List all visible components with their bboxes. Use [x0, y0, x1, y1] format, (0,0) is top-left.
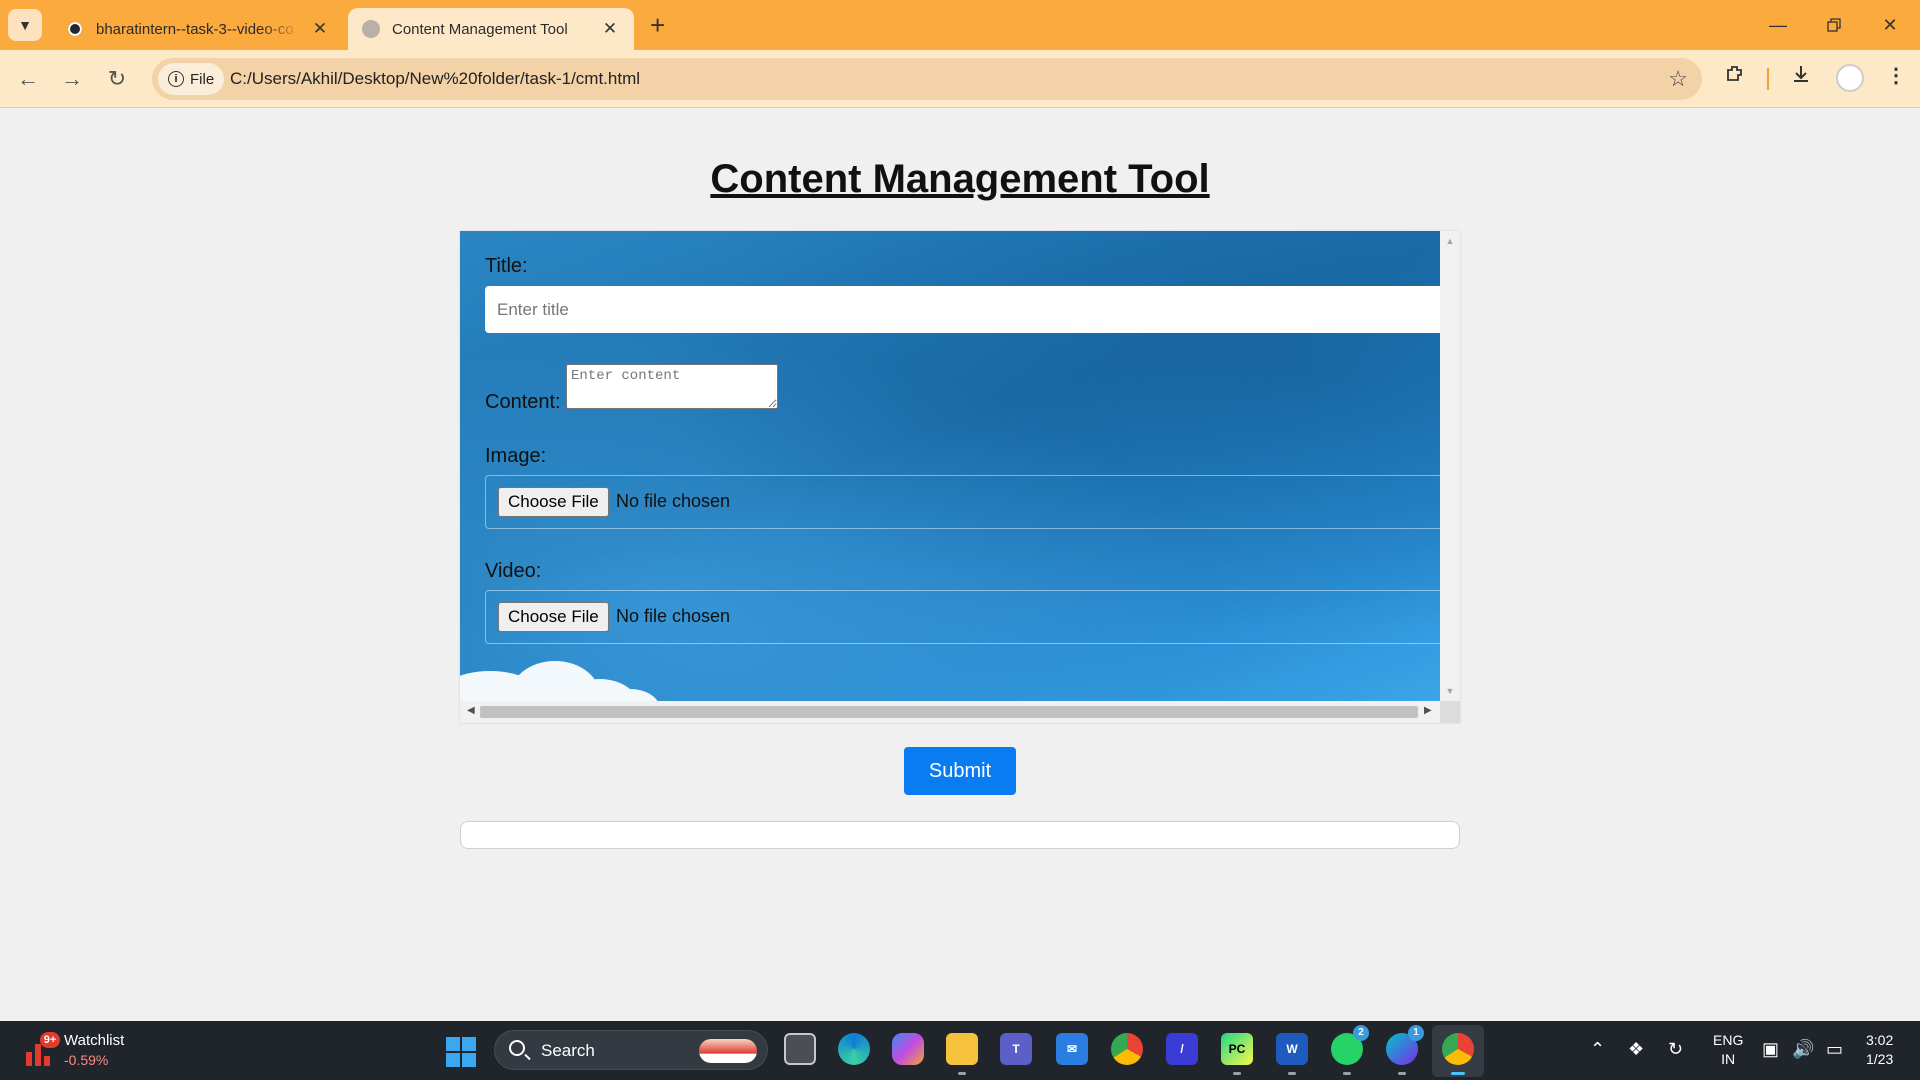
- teams-icon[interactable]: T: [1000, 1033, 1032, 1065]
- language-indicator[interactable]: ENG IN: [1713, 1031, 1743, 1069]
- address-bar[interactable]: i File C:/Users/Akhil/Desktop/New%20fold…: [152, 58, 1702, 100]
- language-top: ENG: [1713, 1032, 1744, 1048]
- extensions-icon[interactable]: [1724, 63, 1746, 91]
- file-explorer-icon[interactable]: [946, 1033, 978, 1075]
- browser-tab-bar: ▼ bharatintern--task-3--video-co ✕ Conte…: [0, 0, 1920, 50]
- arrow-right-icon: →: [61, 66, 83, 91]
- scroll-left-icon[interactable]: ◀: [467, 705, 475, 716]
- toolbar-divider: [1767, 68, 1769, 90]
- content-label: Content:: [485, 391, 561, 413]
- site-info-chip[interactable]: i File: [158, 63, 225, 95]
- output-area: [460, 821, 1460, 849]
- watchlist-badge: 9+: [40, 1032, 60, 1048]
- profile-avatar[interactable]: [1836, 64, 1864, 92]
- bookmark-star-icon[interactable]: ☆: [1668, 66, 1688, 92]
- video-label: Video:: [485, 560, 542, 582]
- close-window-button[interactable]: ✕: [1862, 8, 1918, 42]
- whatsapp-badge: 2: [1353, 1025, 1369, 1041]
- watchlist-name: Watchlist: [64, 1032, 125, 1049]
- scroll-down-icon[interactable]: ▼: [1440, 686, 1460, 696]
- form-panel: Title: Content: Image: Choose File No fi…: [460, 231, 1440, 701]
- whatsapp-icon[interactable]: 2: [1331, 1025, 1369, 1075]
- copilot-icon[interactable]: [892, 1033, 924, 1065]
- sync-icon[interactable]: ↻: [1668, 1039, 1683, 1060]
- clock-time: 3:02: [1866, 1032, 1894, 1048]
- canva-badge: 1: [1408, 1025, 1424, 1041]
- word-icon[interactable]: W: [1276, 1033, 1308, 1075]
- clock[interactable]: 3:02 1/23: [1866, 1031, 1893, 1069]
- pycharm-icon[interactable]: PC: [1221, 1033, 1253, 1075]
- scrollbar-corner: [1440, 701, 1460, 723]
- restore-button[interactable]: [1806, 8, 1862, 42]
- close-icon[interactable]: ✕: [600, 19, 620, 39]
- chevron-up-icon[interactable]: ⌃: [1590, 1039, 1605, 1060]
- search-highlight-image: [699, 1039, 757, 1063]
- browser-toolbar: ← → ↻ i File C:/Users/Akhil/Desktop/New%…: [0, 50, 1920, 108]
- new-tab-button[interactable]: +: [650, 10, 665, 40]
- search-label: Search: [541, 1041, 595, 1060]
- dropbox-icon[interactable]: ❖: [1628, 1039, 1644, 1060]
- horizontal-scrollbar[interactable]: ◀ ▶: [460, 701, 1440, 723]
- chevron-down-icon: ▼: [18, 17, 32, 33]
- scroll-up-icon[interactable]: ▲: [1440, 236, 1460, 246]
- tab-title: Content Management Tool: [392, 20, 568, 38]
- watchlist-change: -0.59%: [64, 1052, 109, 1068]
- content-textarea[interactable]: [566, 364, 778, 409]
- task-view-icon[interactable]: [784, 1033, 816, 1065]
- tab-title: bharatintern--task-3--video-co: [96, 20, 294, 38]
- windows-start-icon[interactable]: [446, 1037, 476, 1067]
- edge-icon[interactable]: [838, 1033, 870, 1065]
- restore-icon: [1827, 18, 1841, 32]
- choose-video-button[interactable]: Choose File: [498, 602, 609, 632]
- image-label: Image:: [485, 445, 547, 467]
- github-icon: [66, 20, 84, 38]
- url-text[interactable]: C:/Users/Akhil/Desktop/New%20folder/task…: [230, 69, 640, 89]
- menu-kebab-icon[interactable]: ⋮: [1886, 63, 1906, 88]
- image-file-input[interactable]: Choose File No file chosen: [485, 475, 1440, 529]
- back-button[interactable]: ←: [12, 63, 44, 95]
- network-icon[interactable]: ▣: [1762, 1039, 1779, 1060]
- taskbar: 9+ Watchlist -0.59% Search T ✉ / PC W 2 …: [0, 1021, 1920, 1080]
- video-file-input[interactable]: Choose File No file chosen: [485, 590, 1440, 644]
- chrome-active-icon[interactable]: [1442, 1033, 1474, 1075]
- minimize-button[interactable]: —: [1750, 8, 1806, 42]
- reload-icon: ↻: [107, 66, 127, 91]
- vertical-scrollbar[interactable]: ▲ ▼: [1440, 231, 1460, 701]
- choose-image-button[interactable]: Choose File: [498, 487, 609, 517]
- tab-content-management[interactable]: Content Management Tool ✕: [348, 8, 634, 50]
- app-icon[interactable]: /: [1166, 1033, 1198, 1065]
- download-icon[interactable]: [1790, 63, 1812, 91]
- form-container: Title: Content: Image: Choose File No fi…: [460, 231, 1460, 723]
- search-icon: [509, 1040, 525, 1056]
- close-icon[interactable]: ✕: [310, 19, 330, 39]
- title-label: Title:: [485, 255, 528, 277]
- submit-button[interactable]: Submit: [904, 747, 1016, 795]
- mail-icon[interactable]: ✉: [1056, 1033, 1088, 1065]
- clock-date: 1/23: [1866, 1051, 1894, 1067]
- chrome-icon[interactable]: [1111, 1033, 1143, 1065]
- tab-search-button[interactable]: ▼: [8, 9, 42, 41]
- canva-icon[interactable]: 1: [1386, 1025, 1424, 1075]
- scroll-right-icon[interactable]: ▶: [1424, 705, 1432, 716]
- page-content: Content Management Tool Title: Content: …: [0, 109, 1920, 1021]
- globe-icon: [362, 20, 380, 38]
- chip-label: File: [190, 70, 215, 88]
- tab-github[interactable]: bharatintern--task-3--video-co ✕: [52, 8, 344, 50]
- watchlist-widget[interactable]: 9+ Watchlist -0.59%: [22, 1030, 162, 1072]
- image-file-status: No file chosen: [616, 491, 731, 511]
- battery-icon[interactable]: ▭: [1826, 1039, 1843, 1060]
- reload-button[interactable]: ↻: [101, 63, 133, 95]
- arrow-left-icon: ←: [17, 66, 39, 91]
- title-input[interactable]: [485, 286, 1440, 333]
- page-title: Content Management Tool: [710, 157, 1210, 201]
- taskbar-search[interactable]: Search: [494, 1030, 768, 1070]
- info-icon: i: [168, 71, 184, 87]
- scrollbar-thumb[interactable]: [480, 706, 1418, 718]
- language-bottom: IN: [1721, 1051, 1736, 1067]
- video-file-status: No file chosen: [616, 606, 731, 626]
- forward-button[interactable]: →: [56, 63, 88, 95]
- volume-icon[interactable]: 🔊: [1792, 1039, 1814, 1060]
